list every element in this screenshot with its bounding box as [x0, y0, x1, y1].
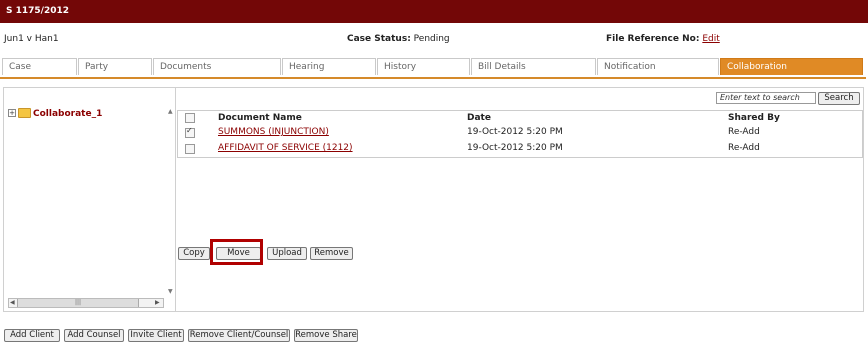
tab-collaboration[interactable]: Collaboration [720, 58, 863, 75]
file-reference-label: File Reference No: [606, 34, 700, 44]
case-title-bar: S 1175/2012 [0, 0, 868, 23]
document-shared-by: Re-Add [728, 127, 760, 137]
scroll-down-icon[interactable]: ▼ [168, 288, 173, 295]
remove-button[interactable]: Remove [310, 247, 353, 260]
document-link[interactable]: SUMMONS (INJUNCTION) [218, 127, 329, 137]
documents-table: Document Name Date Shared By SUMMONS (IN… [177, 110, 863, 158]
upload-button[interactable]: Upload [267, 247, 307, 260]
document-date: 19-Oct-2012 5:20 PM [467, 143, 563, 153]
table-header: Document Name Date Shared By [178, 111, 862, 123]
document-link[interactable]: AFFIDAVIT OF SERVICE (1212) [218, 143, 353, 153]
scroll-left-icon[interactable]: ◀ [10, 299, 15, 307]
file-reference: File Reference No: Edit [606, 34, 720, 44]
add-counsel-button[interactable]: Add Counsel [64, 329, 124, 342]
folder-tree: + Collaborate_1 ▲ ▼ ◀ ||| ▶ [4, 88, 176, 311]
tab-bill-details[interactable]: Bill Details [471, 58, 596, 75]
tree-vertical-scrollbar[interactable]: ▲ ▼ [167, 108, 175, 298]
case-parties: Jun1 v Han1 [4, 34, 59, 44]
case-status-label: Case Status: [347, 34, 411, 44]
table-row: AFFIDAVIT OF SERVICE (1212) 19-Oct-2012 … [178, 141, 862, 156]
scrollbar-thumb[interactable]: ||| [17, 299, 139, 307]
remove-share-button[interactable]: Remove Share [294, 329, 358, 342]
invite-client-button[interactable]: Invite Client [128, 329, 184, 342]
tree-horizontal-scrollbar[interactable]: ◀ ||| ▶ [8, 298, 164, 308]
tab-case[interactable]: Case [2, 58, 77, 75]
copy-button[interactable]: Copy [178, 247, 210, 260]
scroll-up-icon[interactable]: ▲ [168, 108, 173, 115]
document-shared-by: Re-Add [728, 143, 760, 153]
search-button[interactable]: Search [818, 92, 860, 105]
row-checkbox[interactable] [185, 144, 195, 154]
column-shared-by: Shared By [728, 113, 780, 123]
file-reference-edit-link[interactable]: Edit [702, 34, 719, 44]
remove-client-counsel-button[interactable]: Remove Client/Counsel [188, 329, 290, 342]
expand-icon[interactable]: + [8, 109, 16, 117]
tab-party[interactable]: Party [78, 58, 152, 75]
tab-notification[interactable]: Notification [597, 58, 719, 75]
tab-history[interactable]: History [377, 58, 470, 75]
row-checkbox[interactable] [185, 126, 195, 138]
column-date: Date [467, 113, 491, 123]
search-input[interactable]: Enter text to search [716, 92, 816, 104]
collaboration-panel: + Collaborate_1 ▲ ▼ ◀ ||| ▶ Enter text to… [3, 87, 864, 312]
tab-bar: Case Party Documents Hearing History Bil… [0, 58, 866, 79]
document-date: 19-Oct-2012 5:20 PM [467, 127, 563, 137]
move-button-highlight [210, 239, 263, 265]
tab-documents[interactable]: Documents [153, 58, 281, 75]
case-status-value: Pending [413, 34, 450, 44]
tree-node-collaborate: + Collaborate_1 [8, 108, 102, 119]
tab-hearing[interactable]: Hearing [282, 58, 376, 75]
case-status: Case Status: Pending [347, 34, 450, 44]
tree-node-label[interactable]: Collaborate_1 [33, 109, 102, 119]
folder-icon [18, 108, 31, 118]
select-all-checkbox[interactable] [185, 113, 195, 123]
table-row: SUMMONS (INJUNCTION) 19-Oct-2012 5:20 PM… [178, 125, 862, 140]
column-document-name: Document Name [218, 113, 302, 123]
case-number: S 1175/2012 [6, 6, 69, 16]
add-client-button[interactable]: Add Client [4, 329, 60, 342]
case-info-bar: Jun1 v Han1 Case Status: Pending File Re… [0, 34, 868, 48]
scroll-right-icon[interactable]: ▶ [155, 299, 160, 307]
